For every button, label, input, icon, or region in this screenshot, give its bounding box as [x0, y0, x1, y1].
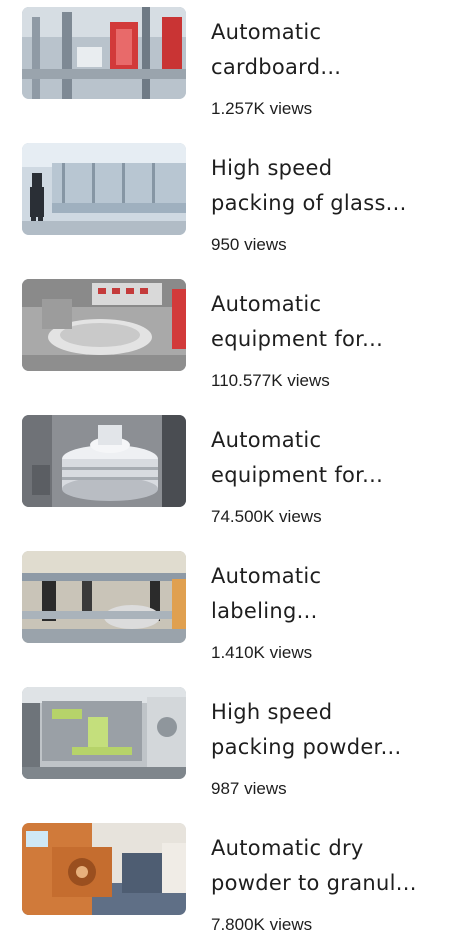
video-title[interactable]: Automatic equipment for...: [211, 423, 451, 493]
video-view-count: 950 views: [211, 235, 287, 254]
video-view-count: 7.800K views: [211, 915, 313, 934]
video-thumbnail[interactable]: [22, 823, 186, 915]
granulator-thumbnail-icon: [22, 823, 186, 915]
cardboard-machine-thumbnail-icon: [22, 7, 186, 99]
video-list-item[interactable]: Automatic cardboard... 1.257K views: [0, 7, 461, 118]
video-thumbnail[interactable]: [22, 687, 186, 779]
labeling-machine-thumbnail-icon: [22, 551, 186, 643]
video-thumbnail[interactable]: [22, 7, 186, 99]
video-list-item[interactable]: High speed packing of glass... 950 views: [0, 143, 461, 254]
video-list-item[interactable]: High speed packing powder... 987 views: [0, 687, 461, 798]
vibrating-sieve-thumbnail-icon: [22, 415, 186, 507]
video-title[interactable]: Automatic dry powder to granul...: [211, 831, 451, 901]
video-title[interactable]: High speed packing powder...: [211, 695, 451, 765]
video-thumbnail[interactable]: [22, 415, 186, 507]
video-view-count: 987 views: [211, 779, 287, 798]
video-title[interactable]: Automatic labeling...: [211, 559, 451, 629]
video-thumbnail[interactable]: [22, 279, 186, 371]
video-list-item[interactable]: Automatic equipment for... 110.577K view…: [0, 279, 461, 390]
video-view-count: 1.410K views: [211, 643, 313, 662]
video-title[interactable]: Automatic cardboard...: [211, 15, 451, 85]
glass-packing-line-thumbnail-icon: [22, 143, 186, 235]
powder-packing-thumbnail-icon: [22, 687, 186, 779]
rotary-equipment-thumbnail-icon: [22, 279, 186, 371]
video-thumbnail[interactable]: [22, 143, 186, 235]
video-view-count: 110.577K views: [211, 371, 330, 390]
video-list-item[interactable]: Automatic dry powder to granul... 7.800K…: [0, 823, 461, 934]
video-view-count: 74.500K views: [211, 507, 322, 526]
video-title[interactable]: High speed packing of glass...: [211, 151, 451, 221]
video-list: Automatic cardboard... 1.257K views High…: [0, 0, 461, 934]
video-thumbnail[interactable]: [22, 551, 186, 643]
video-list-item[interactable]: Automatic equipment for... 74.500K views: [0, 415, 461, 526]
video-list-item[interactable]: Automatic labeling... 1.410K views: [0, 551, 461, 662]
video-title[interactable]: Automatic equipment for...: [211, 287, 451, 357]
video-view-count: 1.257K views: [211, 99, 313, 118]
